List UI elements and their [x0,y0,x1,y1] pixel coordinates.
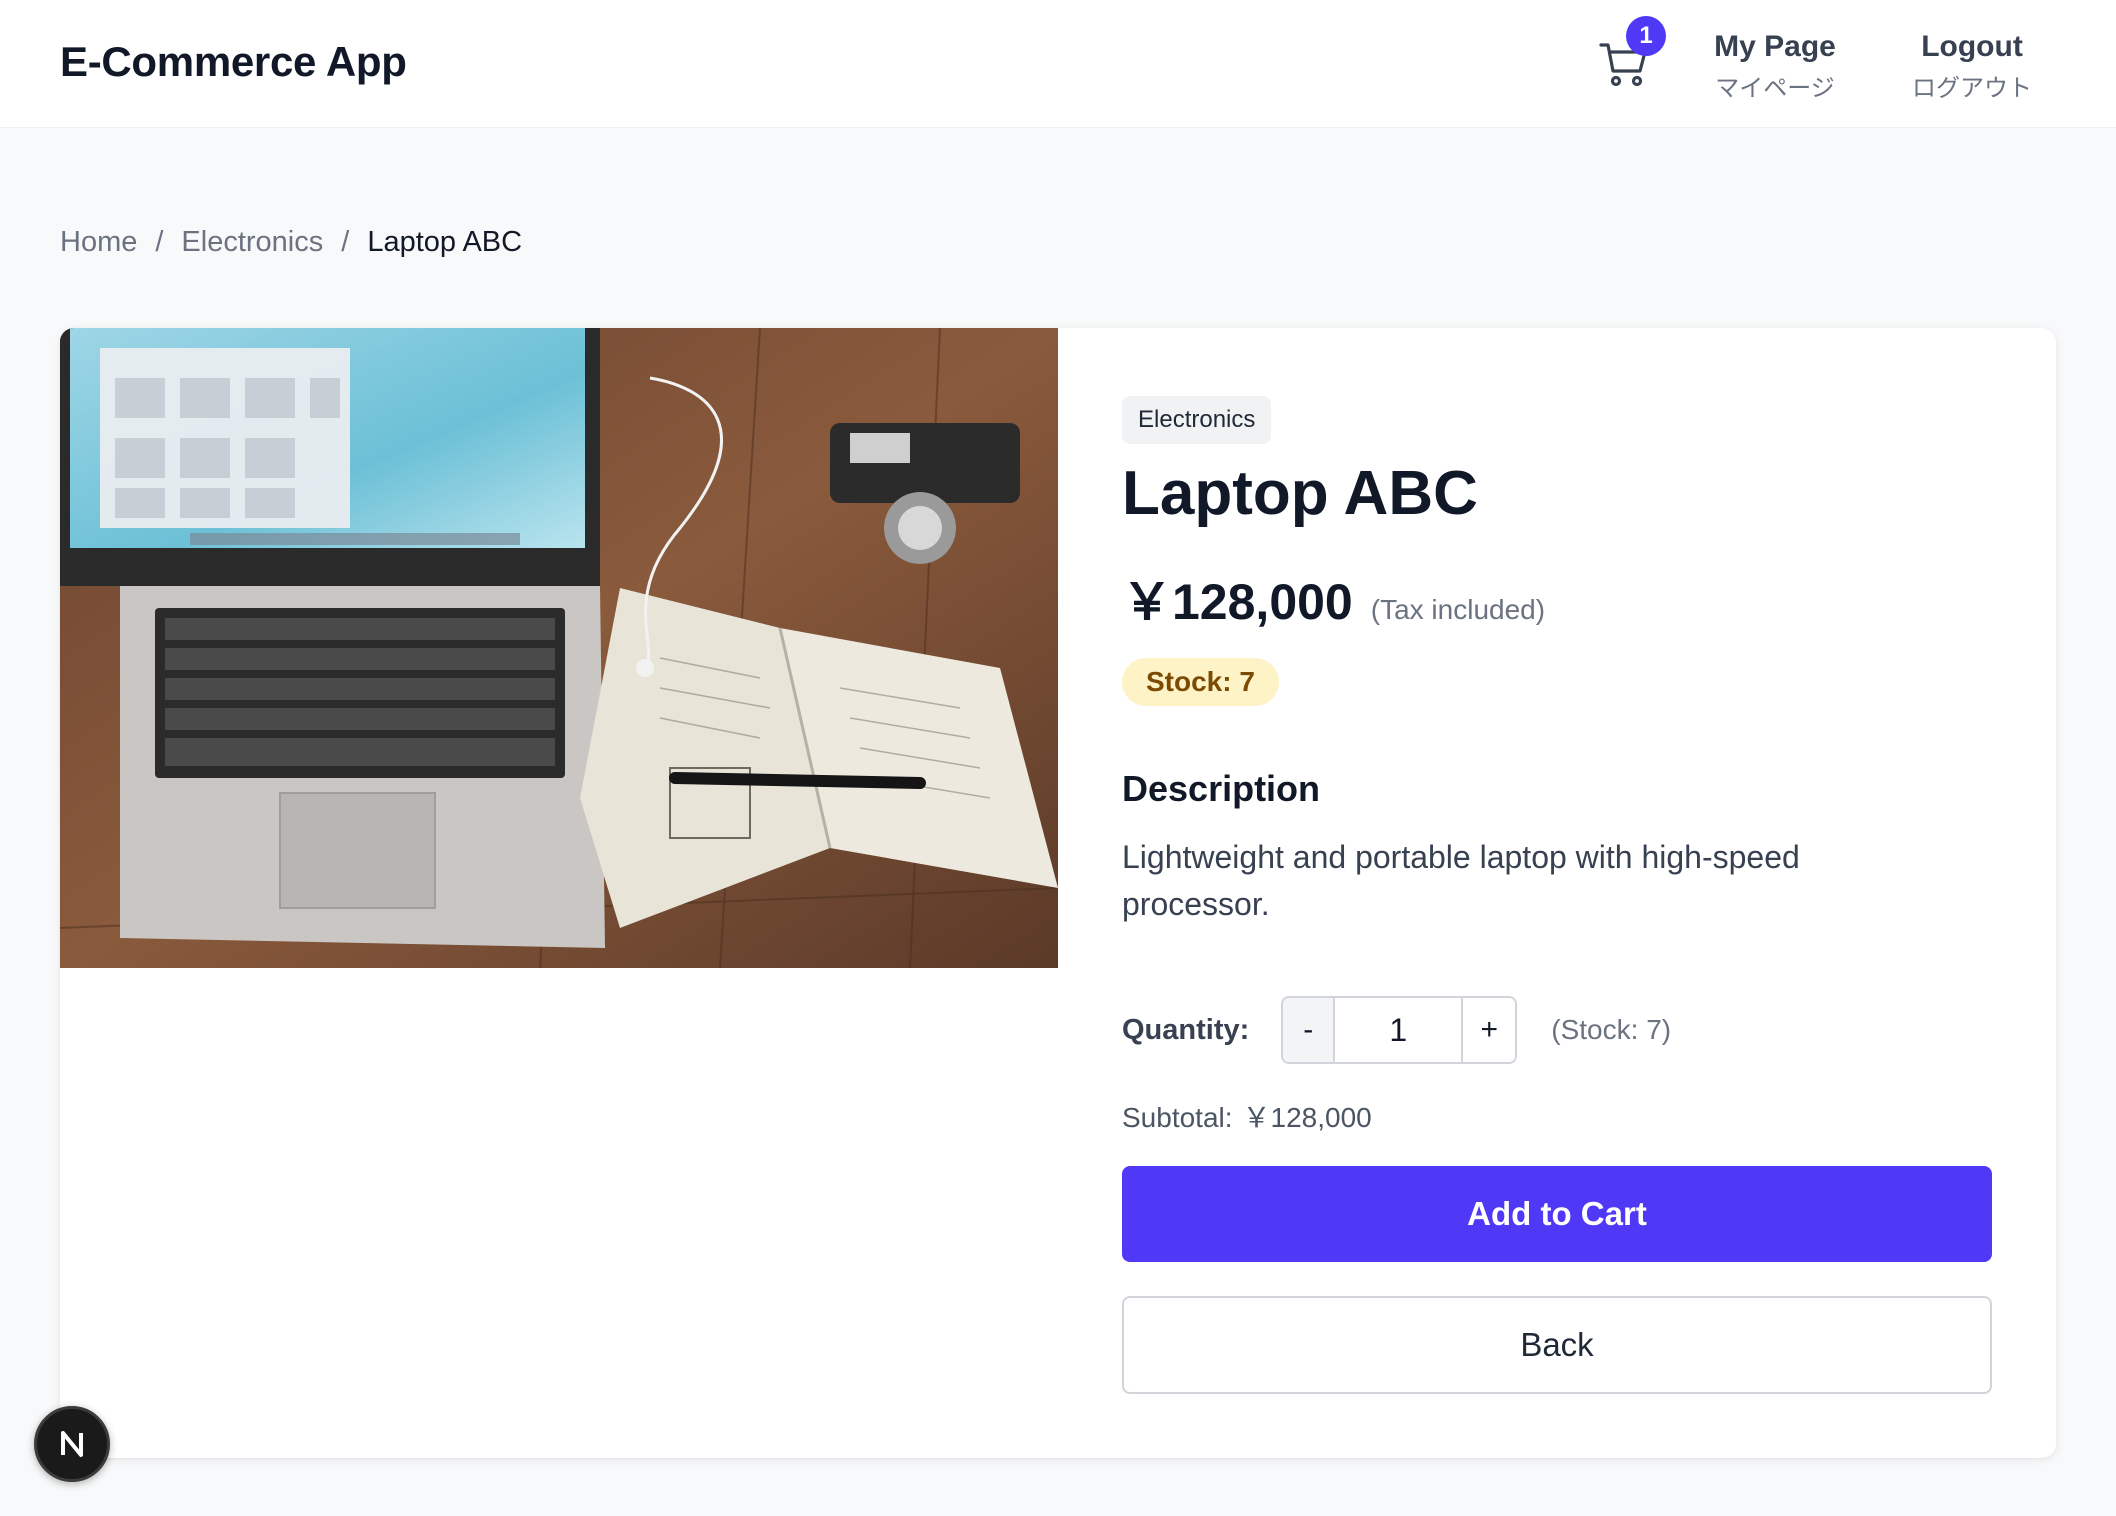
logout-sublabel: ログアウト [1912,75,2032,102]
product-card: Electronics Laptop ABC ￥128,000 (Tax inc… [60,328,2056,1458]
tax-note: (Tax included) [1370,594,1546,625]
mypage-sublabel: マイページ [1715,75,1835,102]
decrement-button[interactable]: - [1283,998,1334,1062]
quantity-stepper: - + [1281,996,1518,1064]
subtotal-value: ￥128,000 [1242,1102,1372,1133]
subtotal-label: Subtotal: [1122,1102,1233,1133]
stock-badge: Stock: 7 [1122,658,1279,706]
quantity-input[interactable] [1333,998,1462,1062]
breadcrumb-separator: / [341,226,350,258]
app-title[interactable]: E-Commerce App [60,38,407,86]
subtotal: Subtotal: ￥128,000 [1122,1096,1372,1136]
quantity-stock-note: (Stock: 7) [1551,1014,1672,1045]
product-price: ￥128,000 [1122,574,1353,630]
logout-label: Logout [1921,30,2023,63]
product-title: Laptop ABC [1122,459,1478,528]
breadcrumb: Home / Electronics / Laptop ABC [60,226,522,259]
quantity-label: Quantity: [1122,1013,1250,1046]
description-text: Lightweight and portable laptop with hig… [1122,839,1800,922]
breadcrumb-separator: / [155,226,164,258]
mypage-link[interactable]: My Page マイページ [1710,30,1840,103]
quantity-row: Quantity: - + (Stock: 7) [1122,996,1671,1064]
description-heading: Description [1122,768,1321,809]
top-header: E-Commerce App 1 My Page マイページ Logout ログ… [0,0,2116,128]
price-row: ￥128,000 (Tax included) [1122,562,1545,634]
breadcrumb-current: Laptop ABC [367,226,523,258]
product-image [60,328,1058,968]
increment-button[interactable]: + [1461,998,1516,1062]
breadcrumb-electronics[interactable]: Electronics [181,226,323,259]
nextjs-icon [61,1431,83,1457]
back-button[interactable]: Back [1122,1296,1992,1394]
mypage-label: My Page [1714,30,1836,63]
nextjs-dev-indicator[interactable] [34,1406,110,1482]
cart-button[interactable]: 1 [1590,16,1670,96]
cart-count-badge: 1 [1626,16,1666,56]
breadcrumb-home[interactable]: Home [60,226,137,259]
category-chip: Electronics [1122,396,1272,444]
add-to-cart-button[interactable]: Add to Cart [1122,1166,1992,1262]
logout-link[interactable]: Logout ログアウト [1902,30,2042,103]
